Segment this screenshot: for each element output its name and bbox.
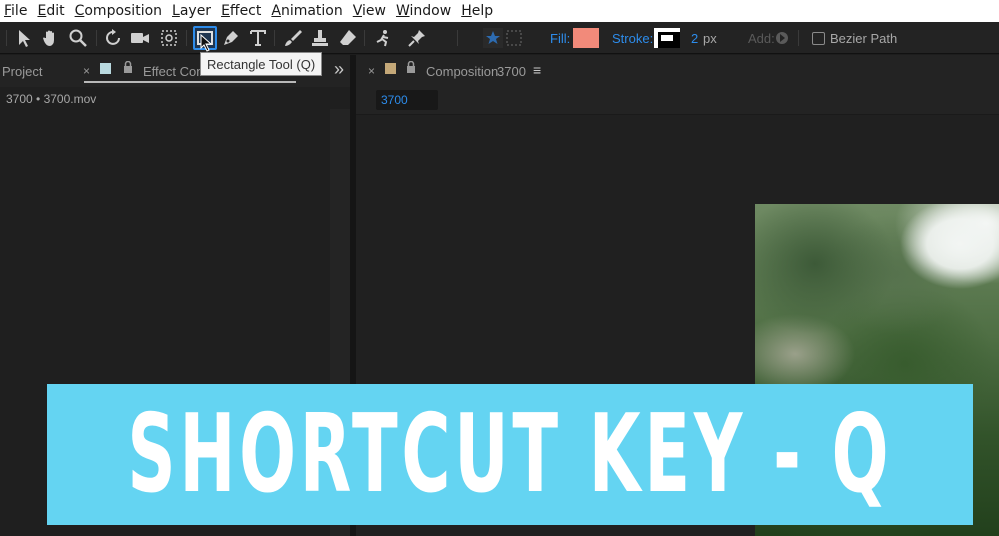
comp-lock-icon[interactable] xyxy=(406,60,416,76)
clone-stamp-tool-icon[interactable] xyxy=(308,26,332,50)
tab-effect-controls[interactable]: Effect Cont xyxy=(143,64,207,79)
shortcut-banner-text: SHORTCUT KEY - Q xyxy=(127,391,893,517)
menu-view[interactable]: View xyxy=(353,3,386,19)
add-arrow-icon xyxy=(774,30,790,46)
selection-tool-icon[interactable] xyxy=(12,26,36,50)
lock-icon[interactable] xyxy=(123,60,133,76)
effect-layer-label: 3700 • 3700.mov xyxy=(6,92,97,106)
zoom-tool-icon[interactable] xyxy=(66,26,90,50)
menu-composition[interactable]: Composition xyxy=(75,3,162,19)
comp-color-label-icon xyxy=(385,63,396,74)
panel-overflow-icon[interactable]: » xyxy=(334,59,344,80)
panel-menu-icon[interactable]: ≡ xyxy=(533,62,541,78)
add-label: Add: xyxy=(748,31,775,46)
menu-effect[interactable]: Effect xyxy=(221,3,261,19)
effect-color-label-icon xyxy=(100,63,111,74)
stroke-label[interactable]: Stroke: xyxy=(612,31,653,46)
stroke-width-unit: px xyxy=(703,31,717,46)
hand-tool-icon[interactable] xyxy=(38,26,62,50)
type-tool-icon[interactable] xyxy=(246,26,270,50)
rectangle-tool-tooltip: Rectangle Tool (Q) xyxy=(200,52,323,76)
menu-help[interactable]: Help xyxy=(461,3,493,19)
stroke-width-value[interactable]: 2 xyxy=(691,31,698,46)
camera-tool-icon[interactable] xyxy=(128,26,152,50)
close-tab-icon[interactable]: × xyxy=(83,64,90,78)
composition-flowchart-badge[interactable]: 3700 xyxy=(376,90,438,110)
shortcut-banner: SHORTCUT KEY - Q xyxy=(47,384,973,525)
menu-layer[interactable]: Layer xyxy=(172,3,211,19)
puppet-pin-tool-icon[interactable] xyxy=(405,26,429,50)
stroke-color-swatch[interactable] xyxy=(654,28,680,48)
grid-toggle-icon[interactable] xyxy=(502,26,526,50)
toolbar-grip xyxy=(6,30,7,46)
close-comp-tab-icon[interactable]: × xyxy=(368,64,375,78)
pen-tool-icon[interactable] xyxy=(219,26,243,50)
pan-behind-tool-icon[interactable] xyxy=(157,26,181,50)
fill-color-swatch[interactable] xyxy=(573,28,599,48)
brush-tool-icon[interactable] xyxy=(281,26,305,50)
menu-animation[interactable]: Animation xyxy=(271,3,342,19)
fill-label[interactable]: Fill: xyxy=(550,31,570,46)
bezier-path-checkbox[interactable] xyxy=(812,32,825,45)
menu-window[interactable]: Window xyxy=(396,3,451,19)
active-tab-underline xyxy=(84,81,296,83)
menu-file[interactable]: File xyxy=(4,3,27,19)
rotation-tool-icon[interactable] xyxy=(102,26,126,50)
eraser-tool-icon[interactable] xyxy=(336,26,360,50)
tools-panel: Fill: Stroke: 2 px Add: Bezier Path xyxy=(0,22,999,54)
mouse-cursor-icon xyxy=(200,33,213,57)
tab-composition[interactable]: Composition xyxy=(426,64,498,79)
composition-name[interactable]: 3700 xyxy=(497,64,526,79)
menu-bar: File Edit Composition Layer Effect Anima… xyxy=(0,0,999,22)
roto-brush-tool-icon[interactable] xyxy=(371,26,395,50)
composition-panel-tabs: × Composition 3700 ≡ xyxy=(356,55,999,87)
tab-project[interactable]: Project xyxy=(2,64,42,79)
composition-navigator-bar: 3700 xyxy=(356,87,999,115)
menu-edit[interactable]: Edit xyxy=(37,3,64,19)
bezier-path-label: Bezier Path xyxy=(830,31,898,46)
